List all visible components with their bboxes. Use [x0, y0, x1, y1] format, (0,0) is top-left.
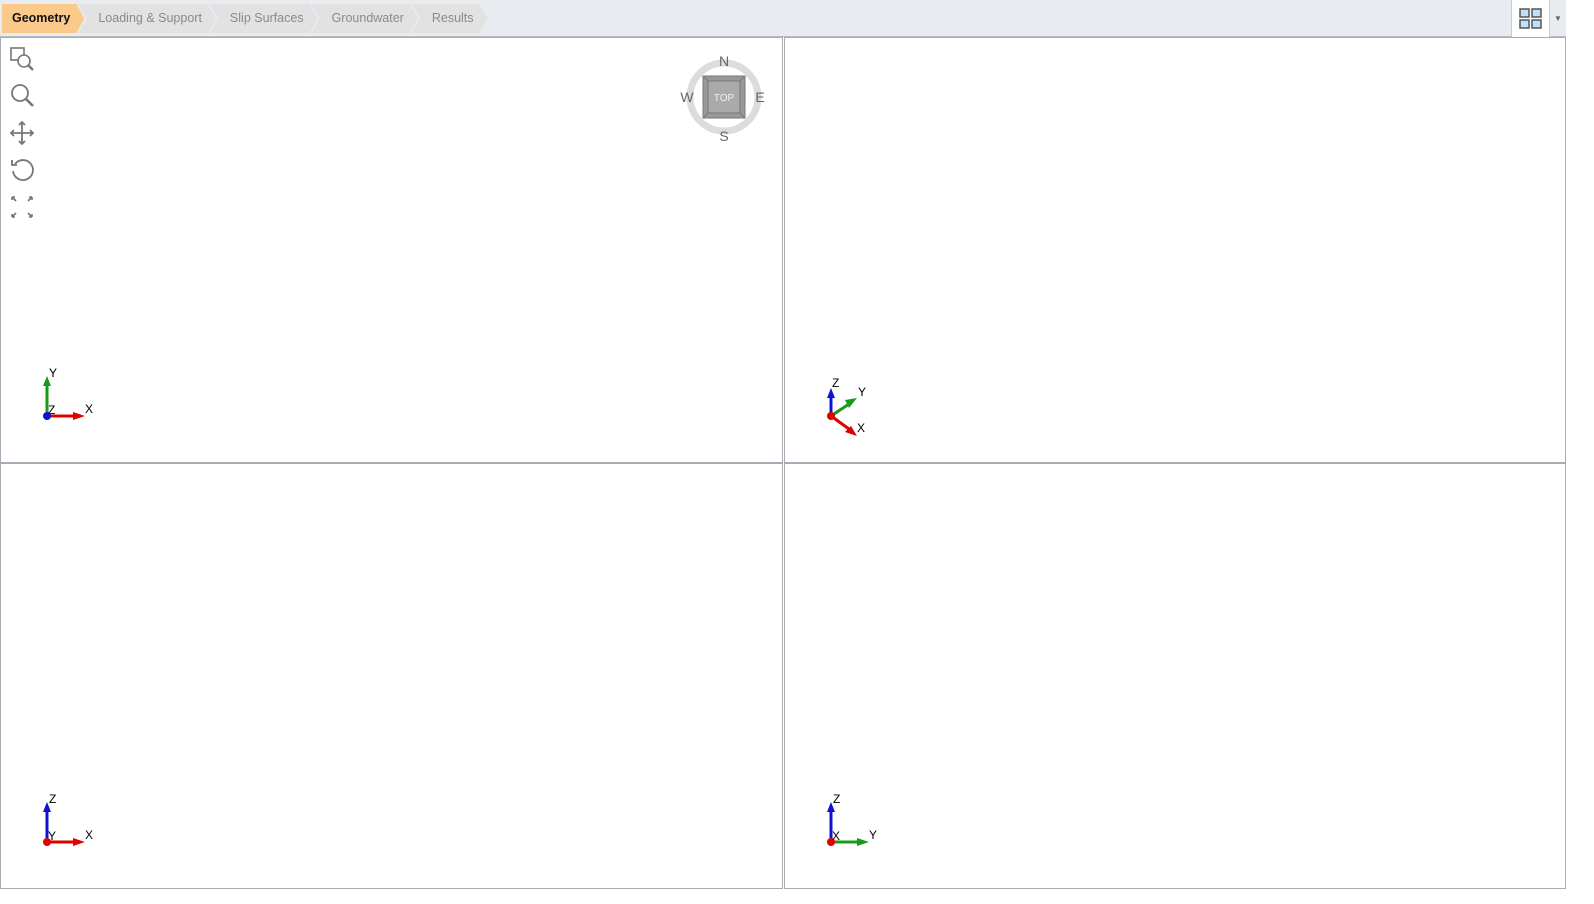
axis-label: X [85, 402, 93, 416]
axis-triad: Z X Y [43, 792, 93, 846]
workflow-bar: Geometry Loading & Support Slip Surfaces… [0, 0, 1566, 37]
viewport-layout-button[interactable] [1511, 0, 1549, 37]
tab-results[interactable]: Results [412, 4, 488, 33]
viewport-front[interactable]: Z X Y [0, 463, 783, 889]
compass-west: W [680, 89, 694, 105]
pan-icon[interactable] [9, 120, 37, 146]
axis-label: Z [833, 792, 840, 806]
axis-label: Z [832, 376, 839, 390]
axis-label: X [857, 421, 865, 435]
tab-geometry[interactable]: Geometry [2, 4, 84, 33]
view-cube-compass[interactable]: N S W E TOP [677, 50, 773, 149]
viewport-side[interactable]: Z Y X [784, 463, 1566, 889]
four-viewports-icon [1518, 7, 1542, 29]
axis-triad: Z Y X [827, 376, 866, 436]
zoom-extents-icon[interactable] [9, 194, 37, 220]
axis-triad: Y X Z [43, 366, 93, 420]
axis-label: Y [869, 828, 877, 842]
tab-loading-support[interactable]: Loading & Support [78, 4, 216, 33]
workflow-tabs: Geometry Loading & Support Slip Surfaces… [2, 4, 482, 33]
viewport-perspective[interactable]: Z Y X [784, 37, 1566, 463]
view-toolbar [9, 46, 37, 220]
axis-triad: Z Y X [827, 792, 877, 846]
zoom-icon[interactable] [9, 83, 37, 109]
zoom-window-icon[interactable] [9, 46, 37, 72]
tab-groundwater[interactable]: Groundwater [312, 4, 418, 33]
compass-east: E [755, 89, 764, 105]
axis-label: X [832, 829, 840, 843]
axis-label: Y [49, 366, 57, 380]
axis-label: Z [49, 792, 56, 806]
axis-label: Z [48, 403, 55, 417]
compass-north: N [719, 53, 729, 69]
layout-dropdown-button[interactable]: ▼ [1549, 0, 1566, 37]
axis-label: Y [48, 829, 56, 843]
rotate-icon[interactable] [9, 157, 37, 183]
viewport-top[interactable]: N S W E TOP Y X Z [0, 37, 783, 463]
view-cube-top-face: TOP [714, 93, 735, 104]
axis-label: Y [858, 385, 866, 399]
tab-slip-surfaces[interactable]: Slip Surfaces [210, 4, 318, 33]
axis-label: X [85, 828, 93, 842]
compass-south: S [719, 128, 728, 144]
